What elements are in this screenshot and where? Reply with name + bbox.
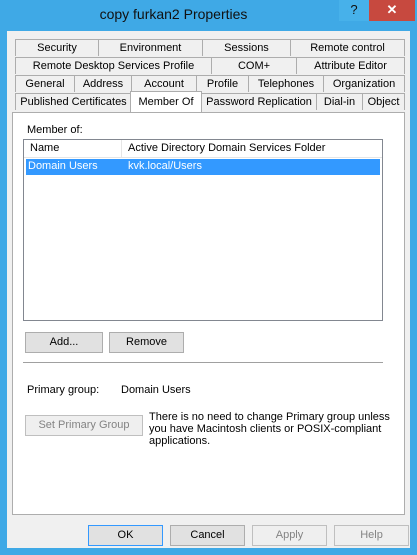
tab-object[interactable]: Object <box>362 93 405 110</box>
properties-window: copy furkan2 Properties ? ✕ Security Env… <box>0 0 417 555</box>
title-bar[interactable]: copy furkan2 Properties ? ✕ <box>0 0 417 31</box>
column-header-folder[interactable]: Active Directory Domain Services Folder <box>122 140 382 157</box>
list-item[interactable]: Domain Users kvk.local/Users <box>26 159 380 175</box>
list-item-name: Domain Users <box>28 160 98 172</box>
primary-group-note: There is no need to change Primary group… <box>149 411 390 447</box>
window-title: copy furkan2 Properties <box>99 6 248 22</box>
dialog-client-area: Security Environment Sessions Remote con… <box>7 31 410 548</box>
ok-button[interactable]: OK <box>88 525 163 546</box>
member-of-list[interactable]: Name Active Directory Domain Services Fo… <box>23 139 383 321</box>
cancel-button[interactable]: Cancel <box>170 525 245 546</box>
help-title-button[interactable]: ? <box>339 0 369 21</box>
divider <box>23 362 383 363</box>
tab-published-certificates[interactable]: Published Certificates <box>15 93 132 110</box>
add-button[interactable]: Add... <box>25 332 103 353</box>
tab-remote-control[interactable]: Remote control <box>290 39 405 56</box>
tab-telephones[interactable]: Telephones <box>248 75 324 92</box>
tab-attribute-editor[interactable]: Attribute Editor <box>296 57 405 74</box>
tab-sessions[interactable]: Sessions <box>202 39 291 56</box>
note-line-1: There is no need to change Primary group… <box>149 411 390 423</box>
tab-organization[interactable]: Organization <box>323 75 405 92</box>
tab-remote-desktop-services-profile[interactable]: Remote Desktop Services Profile <box>15 57 212 74</box>
close-button[interactable]: ✕ <box>369 0 415 21</box>
apply-button[interactable]: Apply <box>252 525 327 546</box>
list-header: Name Active Directory Domain Services Fo… <box>24 140 382 158</box>
tab-dial-in[interactable]: Dial-in <box>316 93 363 110</box>
tab-com-plus[interactable]: COM+ <box>211 57 297 74</box>
tab-address[interactable]: Address <box>74 75 132 92</box>
note-line-2: you have Macintosh clients or POSIX-comp… <box>149 423 382 435</box>
tab-security[interactable]: Security <box>15 39 99 56</box>
primary-group-value: Domain Users <box>121 384 191 396</box>
help-button[interactable]: Help <box>334 525 409 546</box>
tab-environment[interactable]: Environment <box>98 39 203 56</box>
note-line-3: applications. <box>149 435 211 447</box>
tab-member-of[interactable]: Member Of <box>130 91 202 112</box>
tab-password-replication[interactable]: Password Replication <box>201 93 317 110</box>
remove-button[interactable]: Remove <box>109 332 184 353</box>
tab-general[interactable]: General <box>15 75 75 92</box>
set-primary-group-button[interactable]: Set Primary Group <box>25 415 143 436</box>
column-header-name[interactable]: Name <box>24 140 122 157</box>
list-item-folder: kvk.local/Users <box>128 160 202 172</box>
tab-account[interactable]: Account <box>131 75 197 92</box>
primary-group-label: Primary group: <box>27 384 100 396</box>
member-of-label: Member of: <box>27 124 83 136</box>
tab-profile[interactable]: Profile <box>196 75 249 92</box>
